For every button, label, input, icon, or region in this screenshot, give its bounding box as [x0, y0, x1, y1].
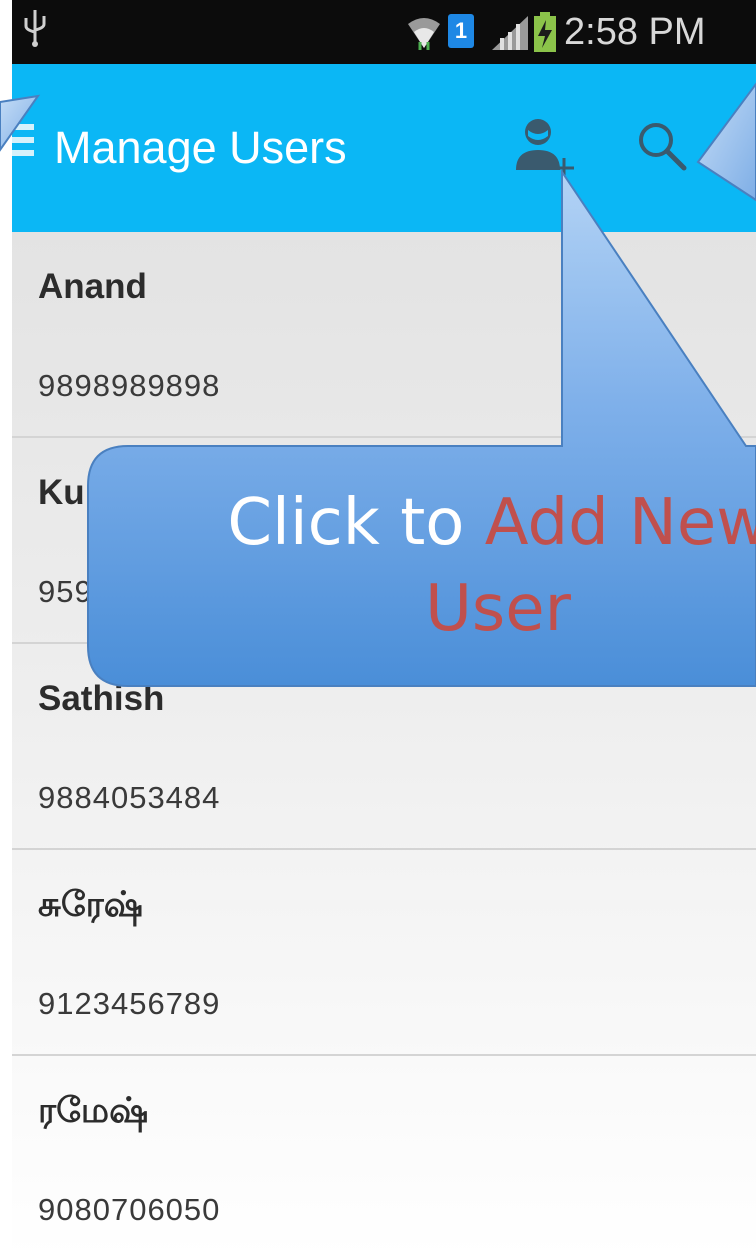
navigation-drawer-icon[interactable] [12, 114, 38, 166]
wifi-icon [408, 18, 440, 50]
user-list: Anand 9898989898 Ku 959 Sathish 98840534… [12, 232, 756, 1258]
user-name: Sathish [38, 679, 165, 718]
page-title: Manage Users [54, 122, 347, 173]
user-phone: 959 [38, 574, 93, 609]
user-phone: 9884053484 [38, 780, 221, 815]
sim-badge: 1 [448, 14, 474, 48]
callout-text: Click to Add New User [88, 480, 756, 652]
status-time: 2:58 PM [564, 11, 706, 53]
list-item[interactable]: Anand 9898989898 [12, 232, 756, 438]
callout-highlight-1: Add New [484, 486, 756, 560]
list-item[interactable]: Sathish 9884053484 [12, 644, 756, 850]
callout-prefix: Click to [227, 486, 485, 560]
signal-icon [492, 16, 528, 50]
user-name: சுரேஷ் [38, 885, 143, 924]
callout-highlight-2: User [425, 572, 571, 646]
user-phone: 9080706050 [38, 1192, 221, 1227]
user-phone: 9123456789 [38, 986, 221, 1021]
search-icon[interactable] [632, 116, 696, 180]
action-bar: Manage Users [12, 64, 756, 232]
screen: 1 2:58 PM Manage Users Anand 9898989898 … [0, 0, 756, 1258]
user-name: Anand [38, 267, 147, 306]
status-bar: 1 2:58 PM [12, 0, 756, 64]
list-item[interactable]: சுரேஷ் 9123456789 [12, 850, 756, 1056]
list-item[interactable]: ரமேஷ் 9080706050 [12, 1056, 756, 1258]
usb-icon [24, 10, 46, 47]
battery-charging-icon [534, 12, 556, 52]
user-phone: 9898989898 [38, 368, 221, 403]
add-user-icon[interactable] [512, 112, 576, 184]
user-name: ரமேஷ் [38, 1091, 149, 1130]
user-name: Ku [38, 473, 85, 512]
